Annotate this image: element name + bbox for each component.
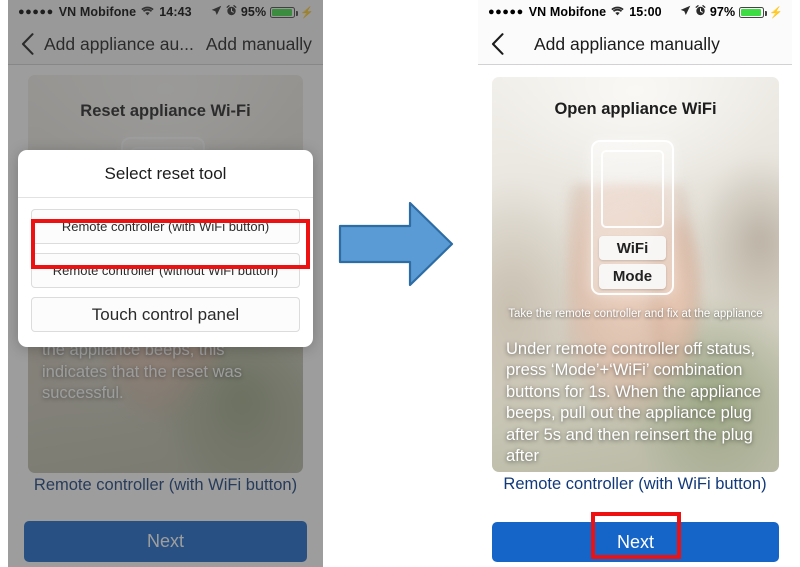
carrier-label: VN Mobifone	[528, 5, 607, 19]
battery-percent-label: 97%	[709, 5, 736, 19]
dialog-options-list: Remote controller (with WiFi button) Rem…	[18, 198, 313, 347]
right-next-button[interactable]: Next	[492, 522, 779, 562]
select-reset-tool-dialog: Select reset tool Remote controller (wit…	[18, 150, 313, 347]
battery-icon	[739, 6, 767, 18]
option-remote-without-wifi[interactable]: Remote controller (without WiFi button)	[31, 253, 300, 288]
right-remote-display	[601, 150, 664, 228]
dialog-title: Select reset tool	[18, 150, 313, 198]
comparison-screenshot: ●●●●● VN Mobifone 14:43 95%	[0, 0, 800, 567]
left-phone-screen: ●●●●● VN Mobifone 14:43 95%	[8, 0, 323, 567]
right-arrow-icon	[336, 196, 456, 297]
location-arrow-icon	[680, 5, 691, 19]
remote-wifi-button: WiFi	[599, 236, 666, 260]
option-remote-with-wifi[interactable]: Remote controller (with WiFi button)	[31, 209, 300, 244]
right-phone-screen: ●●●●● VN Mobifone 15:00 97% ⚡ Add applia…	[478, 0, 792, 567]
alarm-clock-icon	[695, 5, 706, 19]
wifi-icon	[611, 6, 624, 18]
right-illustration-card: Open appliance WiFi WiFi Mode Take the r…	[492, 77, 779, 472]
option-touch-control-panel[interactable]: Touch control panel	[31, 297, 300, 332]
lightning-bolt-icon: ⚡	[769, 6, 783, 19]
status-right-group: 97% ⚡	[680, 5, 792, 19]
back-chevron-icon[interactable]	[482, 33, 512, 55]
status-left-group: ●●●●● VN Mobifone 15:00	[478, 5, 662, 19]
right-photo-caption: Take the remote controller and fix at th…	[508, 308, 763, 320]
right-screen-surface: ●●●●● VN Mobifone 15:00 97% ⚡ Add applia…	[478, 0, 792, 567]
signal-strength-dots: ●●●●●	[488, 5, 524, 18]
right-link-remote-controller[interactable]: Remote controller (with WiFi button)	[478, 475, 792, 494]
right-nav-title: Add appliance manually	[534, 33, 720, 54]
clock-label: 15:00	[629, 5, 662, 19]
right-card-title: Open appliance WiFi	[554, 100, 717, 118]
right-status-bar: ●●●●● VN Mobifone 15:00 97% ⚡	[478, 0, 792, 24]
right-nav-bar: Add appliance manually	[478, 24, 792, 65]
right-card-instruction: Under remote controller off status, pres…	[506, 340, 761, 466]
right-remote-body: WiFi Mode	[591, 140, 674, 295]
remote-mode-button: Mode	[599, 264, 666, 289]
